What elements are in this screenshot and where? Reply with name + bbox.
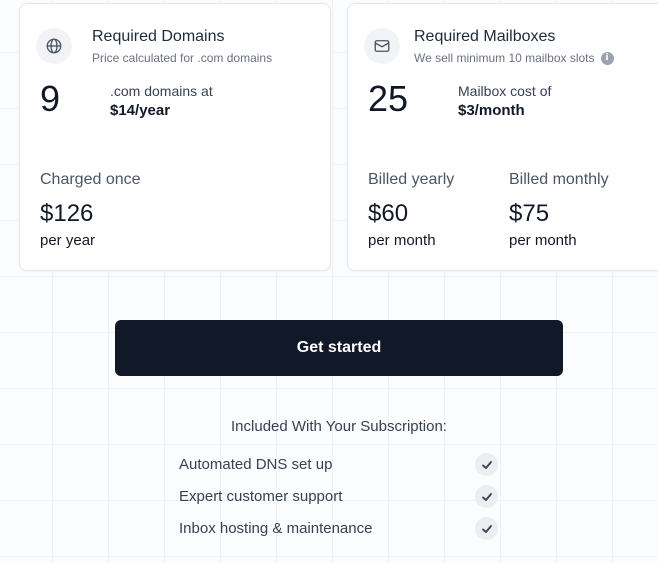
domains-rate-label: .com domains at: [110, 83, 213, 99]
domains-title: Required Domains: [92, 28, 225, 45]
feature-item: Automated DNS set up: [179, 453, 499, 477]
check-icon: [475, 453, 498, 476]
check-icon: [475, 485, 498, 508]
mailboxes-rate-label: Mailbox cost of: [458, 83, 552, 99]
billed-yearly-label: Billed yearly: [368, 171, 455, 188]
feature-label: Inbox hosting & maintenance: [179, 520, 373, 537]
domains-card: Required Domains Price calculated for .c…: [19, 3, 331, 271]
billed-yearly-price: $60: [368, 200, 409, 227]
feature-item: Inbox hosting & maintenance: [179, 517, 499, 541]
feature-item: Expert customer support: [179, 485, 499, 509]
domains-price: $126: [40, 200, 94, 227]
billed-monthly-period: per month: [509, 232, 577, 249]
mailboxes-rate: Mailbox cost of $3/month: [458, 81, 551, 121]
get-started-button[interactable]: Get started: [115, 320, 563, 376]
mailboxes-count: 25: [368, 78, 409, 119]
feature-label: Expert customer support: [179, 488, 343, 505]
included-title: Included With Your Subscription:: [231, 418, 447, 435]
mailboxes-title: Required Mailboxes: [414, 28, 556, 45]
domains-period: per year: [40, 232, 96, 249]
info-icon[interactable]: i: [600, 51, 614, 65]
domains-billing-label: Charged once: [40, 171, 141, 188]
mailboxes-rate-price: $3/month: [458, 102, 525, 119]
billed-yearly-period: per month: [368, 232, 436, 249]
domains-rate-price: $14/year: [110, 102, 171, 119]
billed-monthly-price: $75: [509, 200, 550, 227]
check-icon: [475, 517, 498, 540]
mailboxes-card: Required Mailboxes We sell minimum 10 ma…: [347, 3, 658, 271]
globe-icon: [36, 28, 72, 64]
feature-label: Automated DNS set up: [179, 456, 333, 473]
billed-monthly-label: Billed monthly: [509, 171, 609, 188]
domains-count: 9: [40, 78, 61, 119]
domains-rate: .com domains at $14/year: [110, 81, 213, 121]
domains-subtitle: Price calculated for .com domains: [92, 51, 273, 65]
mail-icon: [364, 28, 400, 64]
mailboxes-subtitle: We sell minimum 10 mailbox slots i: [414, 51, 614, 65]
